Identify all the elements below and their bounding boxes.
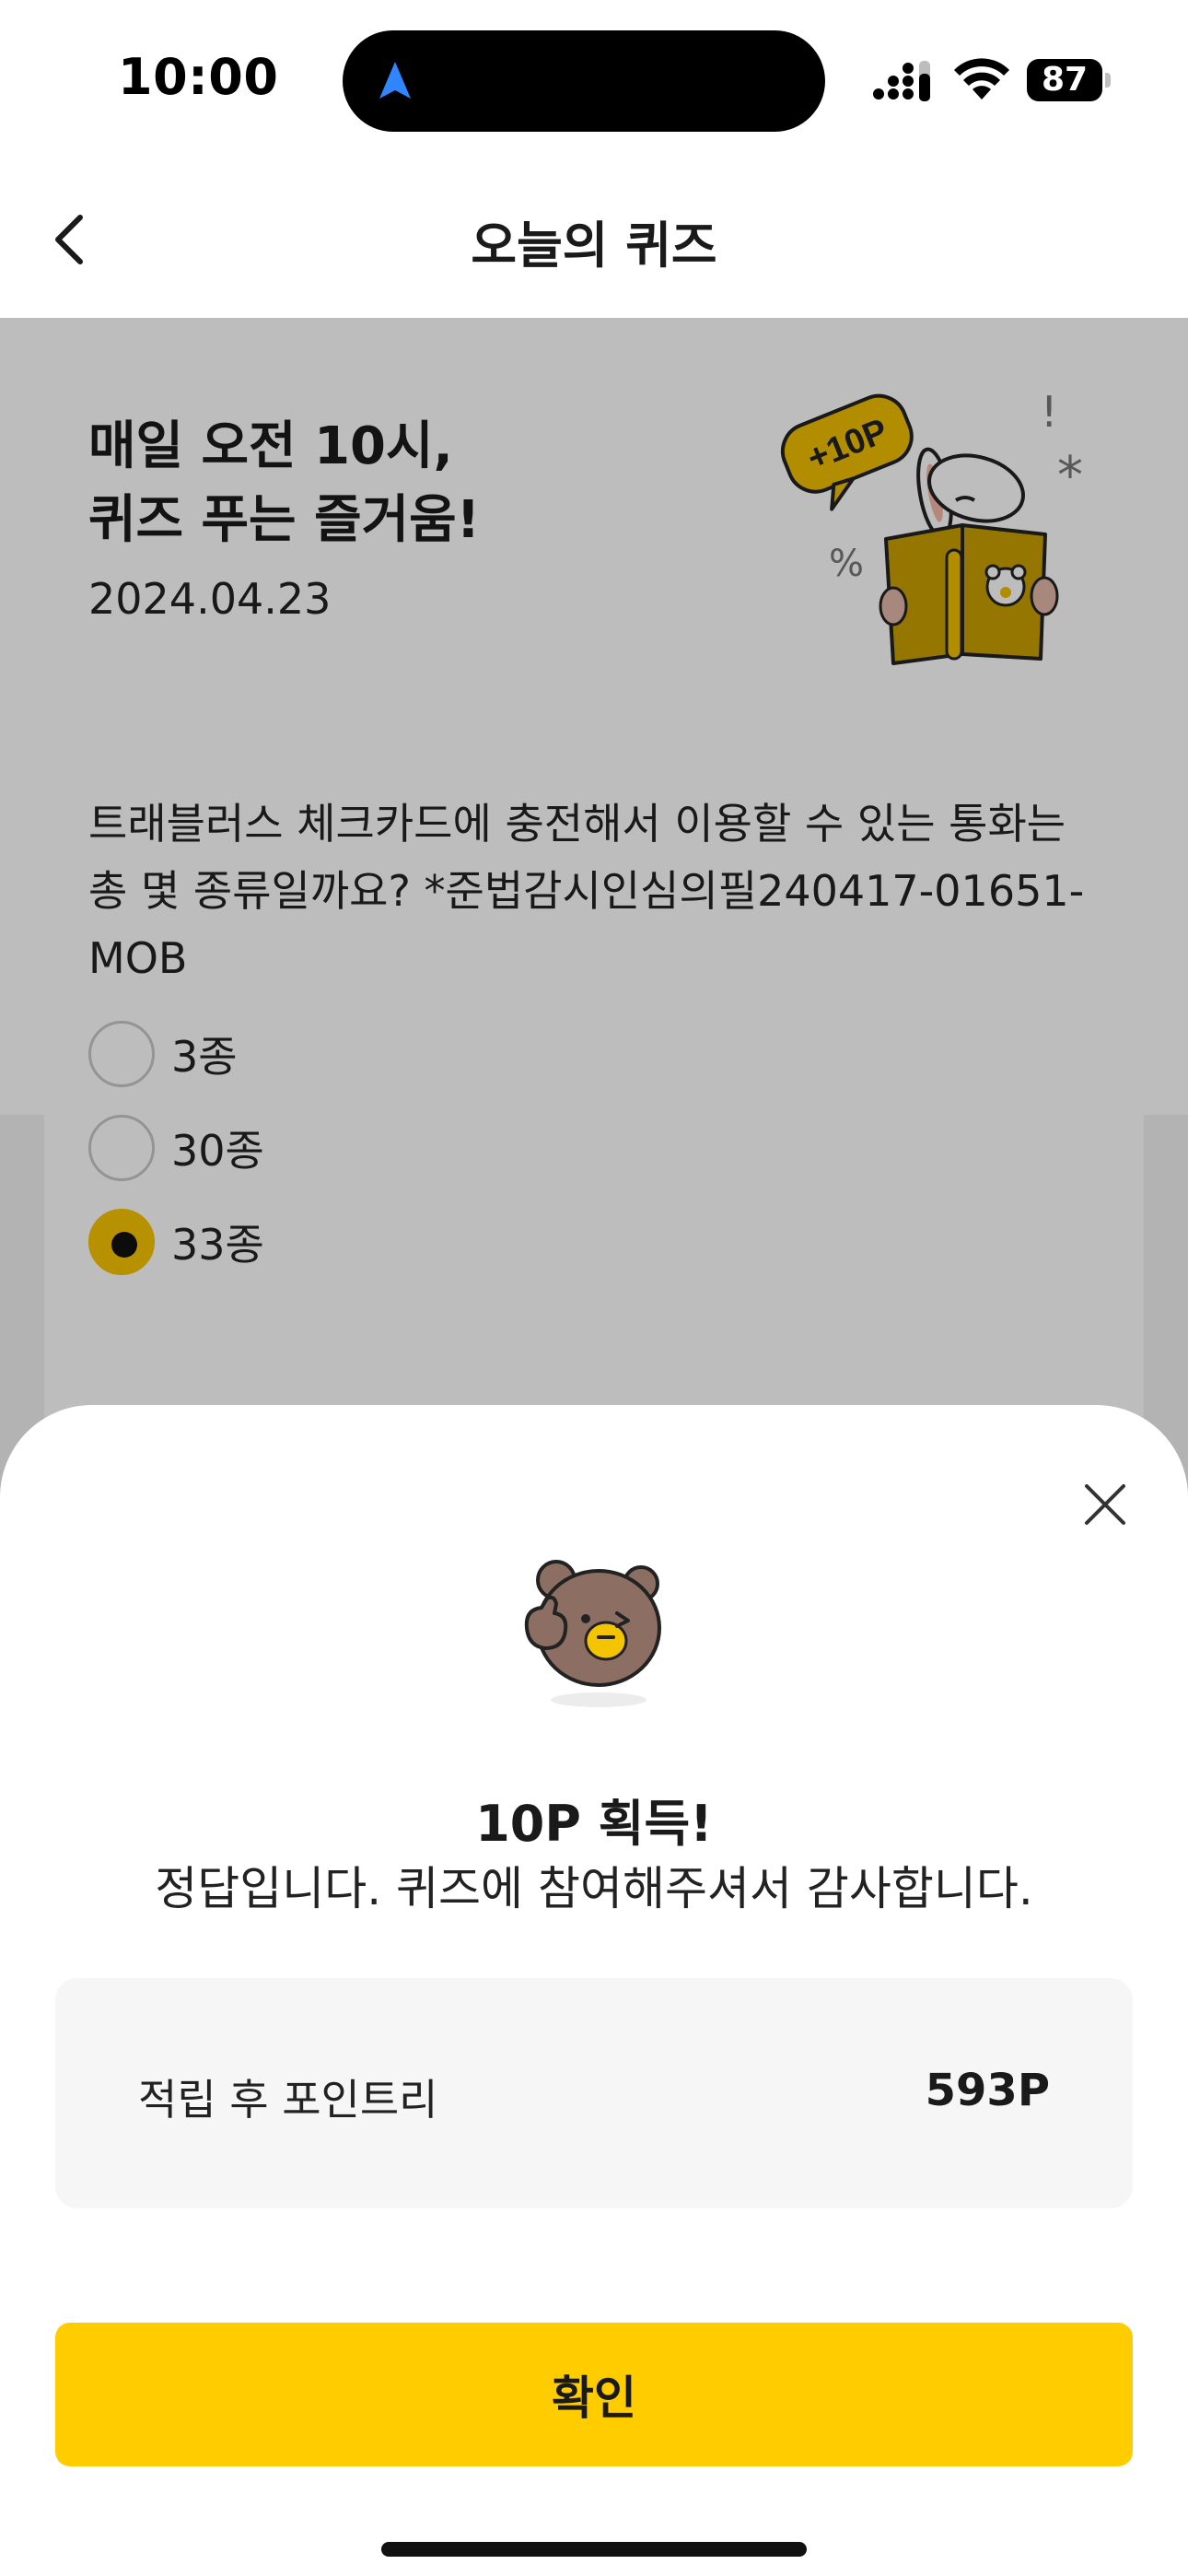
battery-level: 87 xyxy=(1027,59,1102,101)
result-bottom-sheet: 10P 획득! 정답입니다. 퀴즈에 참여해주셔서 감사합니다. 적립 후 포인… xyxy=(0,1405,1188,2576)
points-summary: 적립 후 포인트리 593P xyxy=(55,1978,1133,2208)
points-label: 적립 후 포인트리 xyxy=(138,2075,438,2125)
location-arrow-icon xyxy=(379,62,411,99)
status-bar: 10:00 87 xyxy=(0,0,1188,157)
page-title: 오늘의 퀴즈 xyxy=(471,217,717,275)
status-time: 10:00 xyxy=(118,48,279,106)
home-indicator[interactable] xyxy=(381,2542,807,2557)
reward-message: 정답입니다. 퀴즈에 참여해주셔서 감사합니다. xyxy=(155,1862,1033,1915)
battery-cap xyxy=(1105,73,1111,88)
bear-thumbs-up-icon xyxy=(524,1560,661,1707)
app-screen: 10:00 87 오늘의 퀴즈 매일 오전 10시, 퀴즈 푸는 즐거움! 20… xyxy=(0,0,1188,2576)
points-value: 593P xyxy=(925,2065,1050,2116)
dynamic-island xyxy=(343,30,825,132)
battery-indicator: 87 xyxy=(1027,59,1111,101)
cellular-signal-icon xyxy=(873,61,930,101)
reward-title: 10P 획득! xyxy=(475,1795,713,1853)
confirm-button[interactable]: 확인 xyxy=(55,2323,1133,2466)
close-icon[interactable] xyxy=(1077,1477,1133,1532)
wifi-icon xyxy=(954,58,1009,100)
navigation-header: 오늘의 퀴즈 xyxy=(0,157,1188,318)
